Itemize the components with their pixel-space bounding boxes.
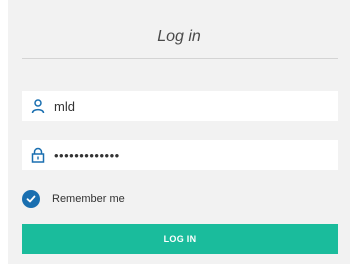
user-icon xyxy=(30,98,46,114)
login-button[interactable]: LOG IN xyxy=(22,224,338,254)
username-field[interactable] xyxy=(22,91,338,121)
page-title: Log in xyxy=(157,28,201,45)
password-field[interactable] xyxy=(22,140,338,170)
lock-icon xyxy=(30,147,46,163)
login-panel: Log in Remember me LOG IN xyxy=(8,0,350,264)
checkmark-icon[interactable] xyxy=(22,190,40,208)
remember-me-checkbox[interactable]: Remember me xyxy=(22,188,125,210)
password-input[interactable] xyxy=(54,140,332,170)
username-input[interactable] xyxy=(54,91,332,121)
remember-me-label: Remember me xyxy=(52,193,125,205)
title-divider xyxy=(22,58,338,59)
